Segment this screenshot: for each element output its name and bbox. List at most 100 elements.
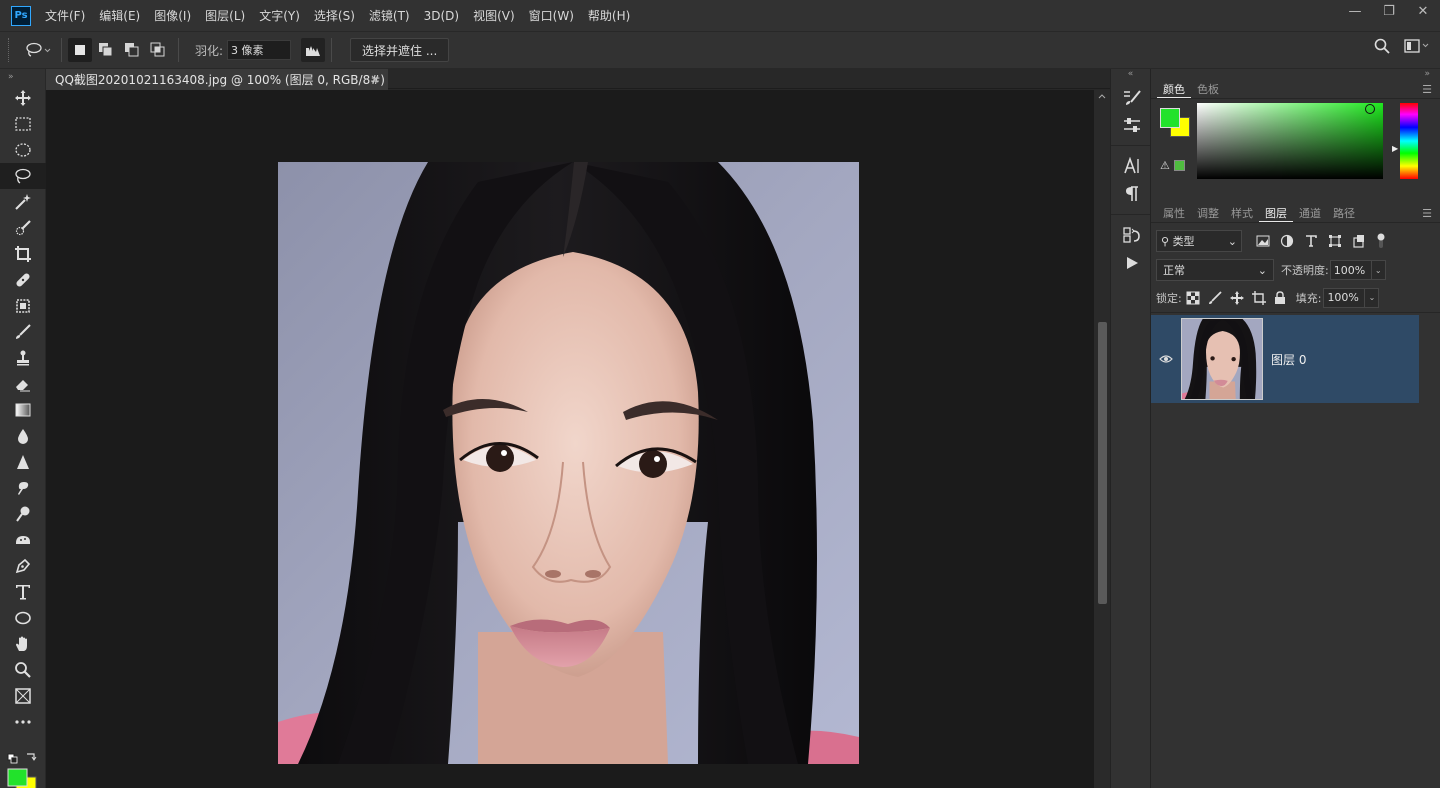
gamut-color-swatch[interactable] [1174,160,1185,171]
lock-all-icon[interactable] [1274,291,1286,305]
lasso-tool[interactable] [0,163,46,189]
tab-color[interactable]: 颜色 [1157,80,1191,98]
smart-object-filter-icon[interactable] [1352,234,1366,248]
menu-3d[interactable]: 3D(D) [424,9,459,23]
elliptical-marquee-tool[interactable] [0,137,46,163]
collapse-arrows-icon[interactable]: » [0,69,45,85]
close-tab-icon[interactable]: × [370,72,380,86]
history-panel-button[interactable] [1111,221,1152,249]
marquee-tool[interactable] [0,111,46,137]
tab-layers[interactable]: 图层 [1259,204,1293,222]
menu-view[interactable]: 视图(V) [473,7,515,24]
adjustment-layer-filter-icon[interactable] [1280,234,1294,248]
scroll-up-icon[interactable] [1094,90,1110,102]
collapse-arrows-icon[interactable]: « [1111,69,1150,83]
maximize-button[interactable]: ❐ [1372,0,1406,22]
anti-alias-toggle[interactable] [301,38,325,62]
swap-colors-icon[interactable] [0,751,46,788]
collapse-arrows-icon[interactable]: » [1151,69,1440,79]
tab-channels[interactable]: 通道 [1293,204,1327,222]
lock-position-icon[interactable] [1230,291,1244,305]
menu-select[interactable]: 选择(S) [314,7,355,24]
more-tools-button[interactable] [0,709,46,735]
dodge-tool[interactable] [0,501,46,527]
tab-properties[interactable]: 属性 [1157,204,1191,222]
workspace-icon[interactable] [1404,38,1430,54]
color-picker-ring[interactable] [1365,104,1375,114]
blend-mode-select[interactable]: 正常 ⌄ [1156,259,1274,281]
intersect-selection-button[interactable] [146,38,170,62]
character-panel-button[interactable] [1111,152,1152,180]
menu-layer[interactable]: 图层(L) [205,7,245,24]
minimize-button[interactable]: — [1338,0,1372,22]
ellipse-shape-tool[interactable] [0,605,46,631]
hand-tool[interactable] [0,631,46,657]
menu-file[interactable]: 文件(F) [45,7,85,24]
layer-filter-select[interactable]: ⚲ 类型 ⌄ [1156,230,1242,252]
brush-tool[interactable] [0,319,46,345]
tab-styles[interactable]: 样式 [1225,204,1259,222]
tool-preset-picker[interactable] [21,37,55,63]
magic-wand-tool[interactable] [0,189,46,215]
brush-presets-button[interactable] [1111,111,1152,139]
patch-tool[interactable] [0,293,46,319]
hue-slider[interactable] [1400,103,1418,179]
shape-layer-filter-icon[interactable] [1328,234,1342,248]
document-tab[interactable]: QQ截图20201021163408.jpg @ 100% (图层 0, RGB… [46,69,388,90]
crop-tool[interactable] [0,241,46,267]
zoom-tool[interactable] [0,657,46,683]
lock-transparent-pixels-icon[interactable] [1186,291,1200,305]
feather-input[interactable] [227,40,291,60]
blur-tool[interactable] [0,423,46,449]
healing-brush-tool[interactable] [0,267,46,293]
pen-tool[interactable] [0,553,46,579]
tab-adjustments[interactable]: 调整 [1191,204,1225,222]
search-icon[interactable] [1374,38,1390,54]
tab-paths[interactable]: 路径 [1327,204,1361,222]
menu-edit[interactable]: 编辑(E) [99,7,140,24]
new-selection-button[interactable] [68,38,92,62]
smudge-tool[interactable] [0,475,46,501]
fill-input[interactable]: 100% [1323,288,1365,308]
scrollbar-thumb[interactable] [1098,322,1107,604]
layer-visibility-toggle[interactable] [1151,354,1181,364]
layer-thumbnail[interactable] [1181,318,1263,400]
lock-image-pixels-icon[interactable] [1208,291,1222,305]
pixel-layer-filter-icon[interactable] [1256,235,1270,247]
select-and-mask-button[interactable]: 选择并遮住 ... [350,38,449,62]
menu-help[interactable]: 帮助(H) [588,7,630,24]
hue-slider-arrow-icon[interactable]: ▶ [1392,144,1398,153]
menu-image[interactable]: 图像(I) [154,7,191,24]
type-tool[interactable] [0,579,46,605]
lock-artboard-icon[interactable] [1252,291,1266,305]
gradient-tool[interactable] [0,397,46,423]
frame-tool[interactable] [0,683,46,709]
menu-filter[interactable]: 滤镜(T) [369,7,410,24]
sponge-tool[interactable] [0,527,46,553]
close-window-button[interactable]: ✕ [1406,0,1440,22]
clone-stamp-tool[interactable] [0,345,46,371]
layer-name[interactable]: 图层 0 [1271,351,1306,368]
foreground-color-swatch[interactable] [1160,108,1180,128]
brush-settings-button[interactable] [1111,83,1152,111]
menu-type[interactable]: 文字(Y) [259,7,300,24]
saturation-brightness-field[interactable] [1197,103,1383,179]
panel-menu-icon[interactable]: ☰ [1422,83,1432,96]
canvas[interactable] [46,90,1094,788]
options-grip[interactable] [8,38,11,62]
gamut-warning[interactable]: ⚠ [1160,159,1185,172]
menu-window[interactable]: 窗口(W) [529,7,574,24]
actions-panel-button[interactable] [1111,249,1152,277]
layer-row[interactable]: 图层 0 [1151,315,1419,403]
type-layer-filter-icon[interactable] [1304,234,1318,248]
paragraph-panel-button[interactable] [1111,180,1152,208]
opacity-dropdown-icon[interactable]: ⌄ [1372,260,1386,280]
add-to-selection-button[interactable] [94,38,118,62]
subtract-from-selection-button[interactable] [120,38,144,62]
quick-selection-tool[interactable] [0,215,46,241]
move-tool[interactable] [0,85,46,111]
sharpen-tool[interactable] [0,449,46,475]
opacity-input[interactable]: 100% [1330,260,1372,280]
panel-menu-icon[interactable]: ☰ [1422,207,1432,220]
tab-swatches[interactable]: 色板 [1191,80,1225,98]
